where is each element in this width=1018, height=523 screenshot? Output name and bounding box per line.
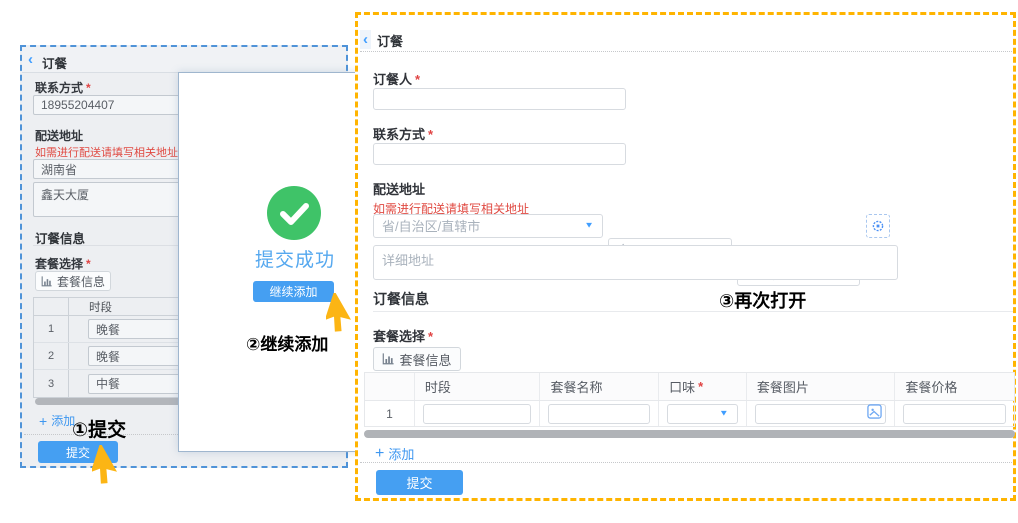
- yellow-cursor-icon: [92, 445, 124, 487]
- horizontal-scrollbar[interactable]: [364, 430, 1015, 438]
- required-asterisk: *: [428, 127, 433, 142]
- index-column-header: [365, 373, 415, 400]
- left-contact-label: 联系方式*: [35, 79, 91, 96]
- back-chevron-icon[interactable]: ‹: [28, 52, 33, 67]
- required-asterisk: *: [86, 257, 91, 271]
- meal-image-column-header: 套餐图片: [747, 373, 896, 400]
- time-input[interactable]: [423, 404, 532, 424]
- orderer-label: 订餐人*: [373, 69, 420, 88]
- divider: [373, 311, 1013, 312]
- plus-icon: +: [39, 414, 47, 428]
- required-asterisk: *: [428, 329, 433, 344]
- right-page-title: 订餐: [377, 31, 403, 50]
- meal-table: 时段 套餐名称 口味* 套餐图片 套餐价格 1 ▼: [364, 372, 1015, 427]
- detail-address-textarea[interactable]: [373, 245, 898, 280]
- province-select[interactable]: ▼: [373, 214, 603, 238]
- left-index-column-header: [34, 298, 69, 315]
- address-label: 配送地址: [373, 179, 425, 198]
- left-address-hint: 如需进行配送请填写相关地址: [35, 144, 178, 160]
- left-time-input-1[interactable]: [88, 319, 182, 339]
- chevron-down-icon: ▼: [719, 410, 729, 418]
- meal-name-column-header: 套餐名称: [540, 373, 659, 400]
- success-modal: 提交成功 继续添加: [178, 72, 360, 452]
- annotation-step1: ①提交: [72, 415, 126, 442]
- left-time-input-2[interactable]: [88, 346, 182, 366]
- screenshot-canvas: ‹ 订餐 联系方式* 配送地址 如需进行配送请填写相关地址 鑫天大厦 订餐信息 …: [0, 0, 1018, 523]
- right-order-form-panel: ‹ 订餐 订餐人* 联系方式* 配送地址 如需进行配送请填写相关地址 ▼ ▼ ▼: [355, 12, 1016, 501]
- row-index: 2: [34, 343, 69, 369]
- time-column-header: 时段: [415, 373, 541, 400]
- back-chevron-icon[interactable]: ‹: [360, 30, 371, 49]
- annotation-step2: ②继续添加: [246, 330, 328, 355]
- row-index: 1: [365, 401, 415, 426]
- locate-address-button[interactable]: [866, 214, 890, 238]
- add-link-label: 添加: [388, 444, 414, 463]
- annotation-step3: ③再次打开: [719, 287, 806, 313]
- required-asterisk: *: [698, 379, 703, 394]
- order-info-title: 订餐信息: [373, 289, 429, 309]
- table-row: 1 ▼: [365, 401, 1014, 426]
- left-meal-info-button[interactable]: 套餐信息: [35, 271, 111, 291]
- row-index: 1: [34, 316, 69, 342]
- meal-select-label: 套餐选择*: [373, 326, 433, 345]
- left-panel-header: ‹ 订餐: [22, 47, 346, 73]
- province-select-input[interactable]: [373, 214, 603, 238]
- row-index: 3: [34, 370, 69, 397]
- plus-icon: +: [375, 446, 384, 462]
- left-address-label: 配送地址: [35, 127, 83, 144]
- add-row-link[interactable]: + 添加: [375, 444, 414, 463]
- submit-button[interactable]: 提交: [376, 470, 463, 495]
- yellow-cursor-icon: [326, 293, 358, 335]
- dotted-divider: [360, 51, 1012, 52]
- meal-name-input[interactable]: [548, 404, 650, 424]
- contact-input[interactable]: [373, 143, 626, 165]
- chevron-down-icon: ▼: [584, 222, 594, 230]
- orderer-input[interactable]: [373, 88, 626, 110]
- success-check-icon: [267, 186, 321, 240]
- left-meal-select-label: 套餐选择*: [35, 255, 91, 272]
- left-page-title: 订餐: [42, 53, 67, 72]
- meal-info-button-label: 套餐信息: [399, 350, 451, 369]
- image-upload-icon[interactable]: [867, 404, 882, 424]
- meal-price-input[interactable]: [903, 404, 1006, 424]
- left-meal-info-button-label: 套餐信息: [57, 273, 105, 290]
- success-message: 提交成功: [255, 245, 335, 272]
- aim-target-icon: [871, 219, 885, 233]
- bar-chart-icon: [382, 353, 394, 365]
- left-time-column-header: 时段: [69, 298, 112, 315]
- contact-label: 联系方式*: [373, 124, 433, 143]
- left-add-row-link[interactable]: + 添加: [39, 412, 75, 429]
- meal-info-button[interactable]: 套餐信息: [373, 347, 461, 371]
- table-header-row: 时段 套餐名称 口味* 套餐图片 套餐价格: [365, 373, 1014, 401]
- required-asterisk: *: [415, 72, 420, 87]
- left-time-input-3[interactable]: [88, 374, 182, 394]
- meal-price-column-header: 套餐价格: [895, 373, 1014, 400]
- continue-add-button[interactable]: 继续添加: [253, 281, 334, 302]
- flavor-column-header: 口味*: [659, 373, 747, 400]
- bar-chart-icon: [41, 276, 52, 287]
- dotted-divider: [360, 462, 1012, 463]
- required-asterisk: *: [86, 81, 91, 95]
